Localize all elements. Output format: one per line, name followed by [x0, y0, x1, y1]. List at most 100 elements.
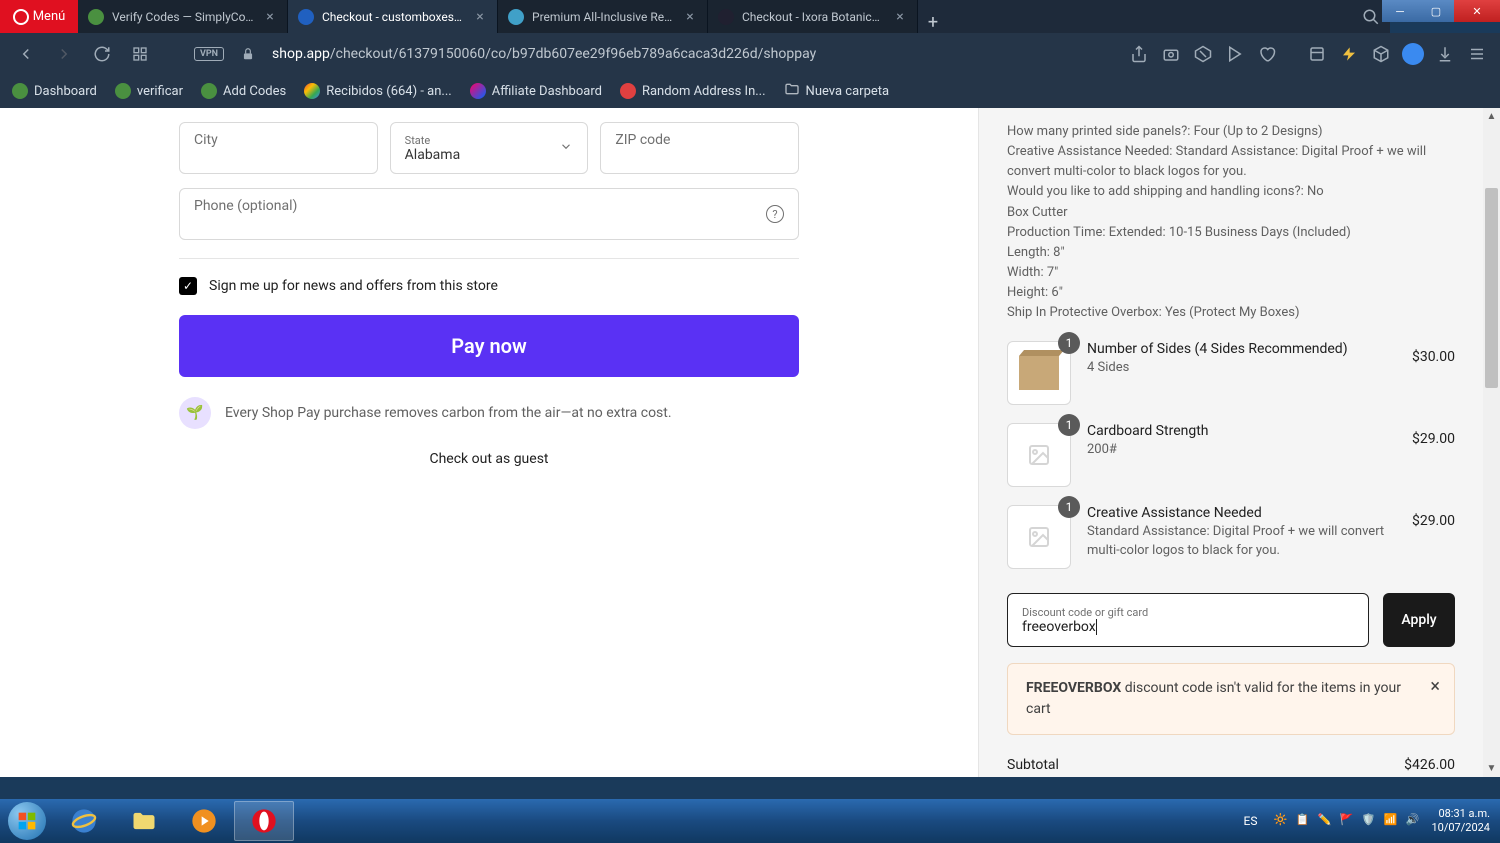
tray-icon[interactable]: 🔆 — [1273, 813, 1289, 829]
zip-placeholder: ZIP code — [615, 132, 670, 148]
scroll-down-icon[interactable]: ▼ — [1483, 760, 1500, 777]
new-tab-button[interactable]: + — [918, 12, 948, 33]
task-opera[interactable] — [234, 801, 294, 841]
tray-icon[interactable]: 📋 — [1295, 813, 1311, 829]
tab-close-icon[interactable]: × — [473, 10, 487, 24]
forward-button[interactable] — [50, 40, 78, 68]
adblock-icon[interactable] — [1192, 43, 1214, 65]
tab-checkout-ixora[interactable]: Checkout - Ixora Botanical… × — [708, 0, 918, 33]
global-search-icon[interactable] — [1362, 8, 1380, 30]
language-indicator[interactable]: ES — [1244, 814, 1258, 828]
easy-setup-icon[interactable] — [1466, 43, 1488, 65]
scroll-up-icon[interactable]: ▲ — [1483, 108, 1500, 125]
opera-menu-button[interactable]: Menú — [0, 0, 78, 33]
bookmark-label: Recibidos (664) - an... — [326, 84, 451, 99]
time-text: 08:31 a.m. — [1431, 807, 1490, 821]
spec-line: Creative Assistance Needed: Standard Ass… — [1007, 142, 1455, 182]
image-placeholder-icon — [1027, 525, 1051, 549]
cube-icon[interactable] — [1370, 43, 1392, 65]
bookmark-label: Affiliate Dashboard — [492, 84, 602, 99]
screenshot-icon[interactable] — [1160, 43, 1182, 65]
tab-close-icon[interactable]: × — [683, 10, 697, 24]
folder-icon — [784, 81, 800, 101]
url-field[interactable]: shop.app/checkout/61379150060/co/b97db60… — [272, 46, 1118, 62]
carbon-text: Every Shop Pay purchase removes carbon f… — [225, 405, 672, 421]
newsletter-checkbox-row[interactable]: ✓ Sign me up for news and offers from th… — [179, 277, 799, 295]
clock[interactable]: 08:31 a.m. 10/07/2024 — [1431, 807, 1490, 836]
state-label: State — [405, 134, 574, 147]
bookmark-folder[interactable]: Nueva carpeta — [784, 81, 890, 101]
help-icon[interactable]: ? — [766, 205, 784, 223]
image-placeholder-icon — [1027, 443, 1051, 467]
item-subtitle: 200# — [1087, 441, 1396, 459]
pay-now-button[interactable]: Pay now — [179, 315, 799, 377]
bookmark-dashboard[interactable]: Dashboard — [12, 83, 97, 99]
volume-icon[interactable]: 🔊 — [1405, 813, 1421, 829]
back-button[interactable] — [12, 40, 40, 68]
tab-checkout-customboxes[interactable]: Checkout - customboxes.io × — [288, 0, 498, 33]
bookmark-affiliate[interactable]: Affiliate Dashboard — [470, 83, 602, 99]
bookmark-verificar[interactable]: verificar — [115, 83, 183, 99]
profile-avatar[interactable] — [1402, 43, 1424, 65]
system-tray: ES 🔆 📋 ✏️ 🚩 🛡️ 📶 🔊 08:31 a.m. 10/07/2024 — [1244, 799, 1491, 843]
vpn-badge[interactable]: VPN — [194, 47, 224, 61]
url-host: shop.app — [272, 46, 330, 62]
bookmark-gmail[interactable]: Recibidos (664) - an... — [304, 83, 451, 99]
tab-premium-resort[interactable]: Premium All-Inclusive Reso… × — [498, 0, 708, 33]
favicon-icon — [298, 9, 314, 25]
task-explorer[interactable] — [114, 801, 174, 841]
tray-icon[interactable]: 🛡️ — [1361, 813, 1377, 829]
bookmarks-bar: Dashboard verificar Add Codes Recibidos … — [0, 74, 1500, 108]
phone-input[interactable]: Phone (optional) ? — [179, 188, 799, 240]
city-input[interactable]: City — [179, 122, 378, 174]
window-minimize[interactable]: ─ — [1382, 0, 1418, 22]
bookmark-add-codes[interactable]: Add Codes — [201, 83, 286, 99]
tab-close-icon[interactable]: × — [263, 10, 277, 24]
subtotal-value: $426.00 — [1404, 757, 1455, 773]
item-subtitle: 4 Sides — [1087, 359, 1396, 377]
start-button[interactable] — [0, 799, 54, 843]
discount-label: Discount code or gift card — [1022, 606, 1354, 619]
vertical-scrollbar[interactable]: ▲ ▼ — [1483, 108, 1500, 777]
box-icon — [1019, 356, 1059, 390]
tray-icon[interactable]: ✏️ — [1317, 813, 1333, 829]
network-icon[interactable]: 📶 — [1383, 813, 1399, 829]
tray-icon[interactable]: 🚩 — [1339, 813, 1355, 829]
lock-icon[interactable] — [234, 40, 262, 68]
phone-placeholder: Phone (optional) — [194, 198, 297, 214]
item-price: $30.00 — [1412, 349, 1455, 365]
bookmark-random-address[interactable]: Random Address In... — [620, 83, 766, 99]
window-close[interactable]: ✕ — [1454, 0, 1500, 22]
state-select[interactable]: State Alabama — [390, 122, 589, 174]
task-ie[interactable] — [54, 801, 114, 841]
zip-input[interactable]: ZIP code — [600, 122, 799, 174]
discount-code-input[interactable]: Discount code or gift card freeoverbox — [1007, 593, 1369, 647]
flash-icon[interactable] — [1338, 43, 1360, 65]
download-icon[interactable] — [1434, 43, 1456, 65]
pinboard-icon[interactable] — [1306, 43, 1328, 65]
send-icon[interactable] — [1224, 43, 1246, 65]
bookmark-icon — [201, 83, 217, 99]
close-icon[interactable]: × — [1430, 676, 1440, 697]
tab-verify-codes[interactable]: Verify Codes — SimplyCod… × — [78, 0, 288, 33]
cart-item: 1 Cardboard Strength 200# $29.00 — [1007, 423, 1455, 487]
bookmark-icon — [620, 83, 636, 99]
reload-button[interactable] — [88, 40, 116, 68]
quantity-badge: 1 — [1058, 414, 1080, 436]
window-maximize[interactable]: ▢ — [1418, 0, 1454, 22]
error-text: FREEOVERBOX discount code isn't valid fo… — [1026, 678, 1410, 720]
task-media-player[interactable] — [174, 801, 234, 841]
share-icon[interactable] — [1128, 43, 1150, 65]
opera-icon — [13, 9, 29, 25]
subtotal-row: Subtotal $426.00 — [1007, 757, 1455, 773]
page-content: City State Alabama ZIP code Phone (optio… — [0, 108, 1483, 777]
scrollbar-thumb[interactable] — [1485, 188, 1498, 388]
item-title: Number of Sides (4 Sides Recommended) — [1087, 341, 1396, 357]
checkout-as-guest-link[interactable]: Check out as guest — [179, 451, 799, 467]
heart-icon[interactable] — [1256, 43, 1278, 65]
favicon-icon — [88, 9, 104, 25]
speed-dial-button[interactable] — [126, 40, 154, 68]
tab-close-icon[interactable]: × — [893, 10, 907, 24]
item-thumbnail: 1 — [1007, 341, 1071, 405]
apply-button[interactable]: Apply — [1383, 593, 1455, 647]
